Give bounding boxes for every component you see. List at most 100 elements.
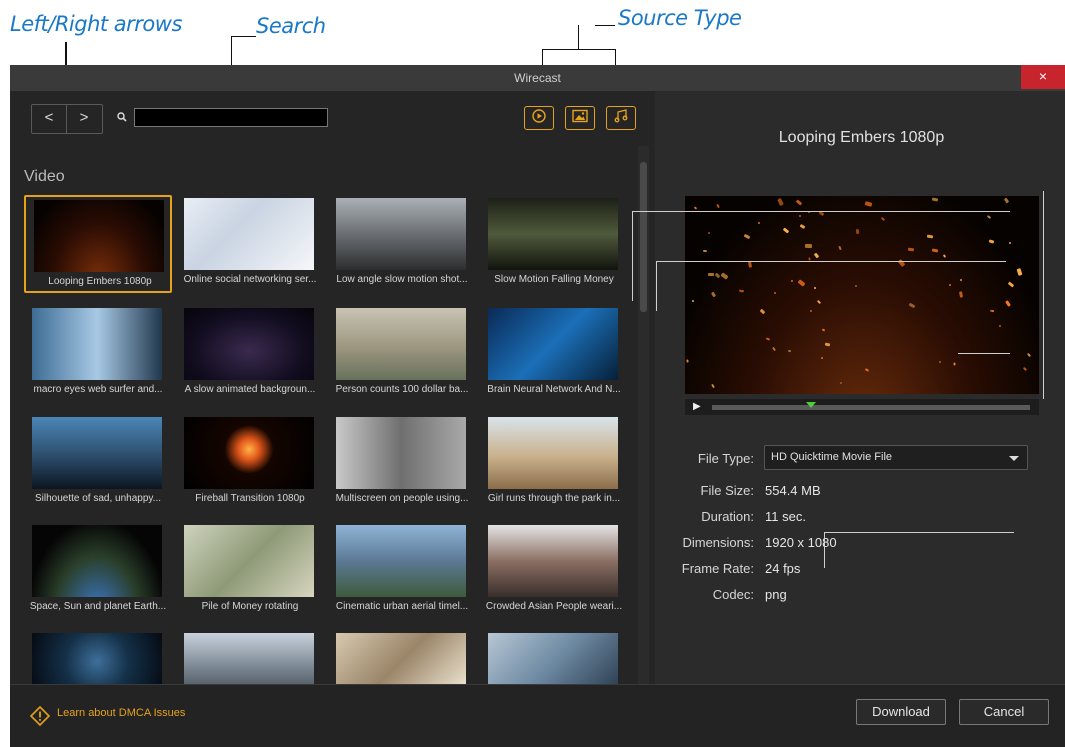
library-item[interactable] [176,630,324,690]
library-item[interactable] [328,630,476,690]
download-button[interactable]: Download [856,699,946,725]
library-item[interactable]: A slow animated backgroun... [176,305,324,403]
library-item[interactable]: Silhouette of sad, unhappy... [24,414,172,512]
file-type-select[interactable]: HD Quicktime Movie File [764,445,1028,470]
video-thumbnail [488,525,618,597]
library-item[interactable] [480,630,628,690]
section-title-video: Video [24,168,65,185]
dmca-link[interactable]: Learn about DMCA Issues [57,707,185,719]
ember-particle [716,203,720,209]
video-source-button[interactable] [524,106,554,130]
annotation-line [578,25,579,49]
ember-particle [1005,300,1011,307]
video-thumbnail [336,525,466,597]
library-item-label: macro eyes web surfer and... [33,384,163,395]
library-item[interactable]: Multiscreen on people using... [328,414,476,512]
details-panel: Looping Embers 1080p ▶ File Type: HD Qui… [632,91,1065,684]
preview-title: Looping Embers 1080p [778,129,945,146]
library-item[interactable] [24,630,172,690]
library-item-label: Pile of Money rotating [201,601,299,612]
library-item[interactable]: Low angle slow motion shot... [328,195,476,293]
image-source-button[interactable] [565,106,595,130]
library-item[interactable]: Space, Sun and planet Earth... [24,522,172,620]
ember-particle [880,216,886,222]
ember-particle [989,309,995,313]
ember-particle [1008,241,1012,245]
library-item[interactable]: Fireball Transition 1080p [176,414,324,512]
dimensions-label: Dimensions: [682,535,754,550]
library-item[interactable]: Person counts 100 dollar ba... [328,305,476,403]
scroll-thumb[interactable] [640,162,647,312]
video-thumbnail [184,308,314,380]
video-thumbnail [488,198,618,270]
video-thumbnail [184,525,314,597]
duration-value: 11 sec. [765,509,806,524]
scrollbar[interactable] [638,146,649,684]
annotation-line [958,353,1010,354]
video-thumbnail [336,198,466,270]
ember-particle [743,233,751,240]
library-item[interactable]: Looping Embers 1080p [24,195,172,293]
library-item-label: Girl runs through the park in... [487,493,621,504]
search-input[interactable] [134,108,328,127]
library-item-label: Low angle slow motion shot... [336,274,468,285]
video-thumbnail [488,417,618,489]
playhead[interactable] [806,402,816,408]
library-item[interactable]: Brain Neural Network And N... [480,305,628,403]
library-item[interactable]: macro eyes web surfer and... [24,305,172,403]
file-type-label: File Type: [697,451,754,466]
ember-particle [1007,281,1015,288]
ember-particle [988,239,995,244]
ember-particle [686,359,689,363]
library-item-label: Brain Neural Network And N... [487,384,621,395]
wirecast-window: Wirecast × < > Video Looping Embers 1080… [10,65,1065,747]
ember-particle [1022,366,1028,372]
file-type-value: HD Quicktime Movie File [771,451,893,463]
ember-particle [839,381,843,385]
library-item-label: Person counts 100 dollar ba... [335,384,469,395]
cancel-button[interactable]: Cancel [959,699,1049,725]
codec-label: Codec: [712,587,754,602]
library-item[interactable]: Pile of Money rotating [176,522,324,620]
audio-source-button[interactable] [606,106,636,130]
library-item[interactable]: Cinematic urban aerial timel... [328,522,476,620]
library-item-label: Looping Embers 1080p [48,276,152,287]
video-thumbnail [336,308,466,380]
library-item-label: Multiscreen on people using... [335,493,469,504]
video-preview [685,196,1039,394]
ember-particle [691,299,695,303]
library-item[interactable]: Girl runs through the park in... [480,414,628,512]
playback-track[interactable] [712,402,1030,410]
close-button[interactable]: × [1021,65,1065,89]
library-item-label: Silhouette of sad, unhappy... [34,493,161,504]
ember-particle [708,273,714,276]
library-item[interactable]: Crowded Asian People weari... [480,522,628,620]
video-thumbnail [184,633,314,690]
forward-button[interactable]: > [67,105,101,133]
ember-particle [711,383,715,389]
ember-particle [797,279,806,287]
ember-particle [765,337,771,341]
library-item-label: Cinematic urban aerial timel... [335,601,469,612]
ember-particle [795,199,803,206]
ember-particle [777,197,784,207]
ember-particle [958,291,964,298]
ember-particle [720,272,729,280]
library-item-label: Crowded Asian People weari... [485,601,623,612]
frame-rate-label: Frame Rate: [681,561,754,576]
file-size-value: 554.4 MB [765,483,821,498]
codec-value: png [765,587,787,602]
video-thumbnail [488,633,618,690]
ember-particle [772,346,776,352]
library-item[interactable]: Online social networking ser... [176,195,324,293]
ember-particle [942,254,947,258]
annotation-source-type: Source Type [618,6,742,30]
audio-icon [614,108,628,128]
duration-label: Duration: [701,509,754,524]
library-item[interactable]: Slow Motion Falling Money [480,195,628,293]
back-button[interactable]: < [32,105,66,133]
play-icon[interactable]: ▶ [693,401,701,412]
ember-particle [782,227,790,234]
ember-particle [838,245,842,251]
ember-particle [773,291,777,295]
